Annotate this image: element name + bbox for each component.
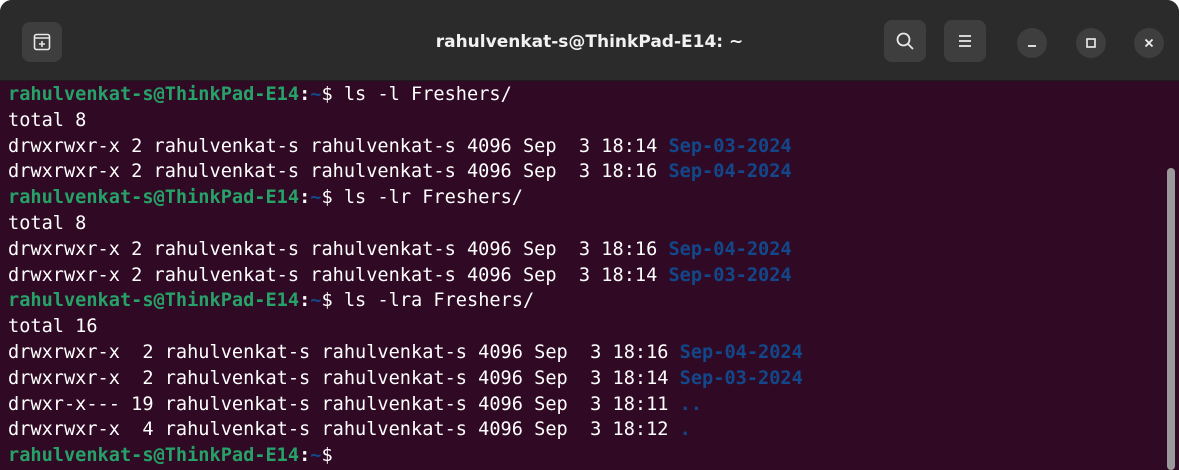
listing-row: drwxrwxr-x 2 rahulvenkat-s rahulvenkat-s… — [8, 366, 1158, 392]
prompt-line: rahulvenkat-s@ThinkPad-E14:~$ — [8, 443, 1158, 469]
directory-name: Sep-04-2024 — [668, 238, 792, 260]
new-tab-button[interactable] — [22, 22, 62, 62]
output-text: total 8 — [8, 109, 87, 131]
listing-details: drwxrwxr-x 2 rahulvenkat-s rahulvenkat-s… — [8, 341, 680, 363]
hamburger-menu-icon — [959, 35, 971, 47]
listing-details: drwxrwxr-x 2 rahulvenkat-s rahulvenkat-s… — [8, 161, 669, 183]
terminal-output[interactable]: rahulvenkat-s@ThinkPad-E14:~$ ls -l Fres… — [8, 82, 1158, 470]
directory-name: Sep-03-2024 — [668, 135, 792, 157]
prompt-path: ~ — [310, 290, 322, 312]
listing-details: drwxrwxr-x 2 rahulvenkat-s rahulvenkat-s… — [8, 238, 669, 260]
prompt-line: rahulvenkat-s@ThinkPad-E14:~$ ls -l Fres… — [8, 82, 1158, 108]
command-text: ls -l Freshers/ — [332, 84, 512, 105]
prompt-dollar: $ — [321, 84, 333, 105]
listing-row: drwxrwxr-x 2 rahulvenkat-s rahulvenkat-s… — [8, 237, 1158, 263]
command-text: ls -lr Freshers/ — [332, 187, 523, 209]
prompt-user-host: rahulvenkat-s@ThinkPad-E14 — [8, 187, 300, 209]
output-line: total 8 — [8, 108, 1158, 134]
prompt-colon: : — [299, 187, 311, 209]
directory-name: Sep-04-2024 — [668, 161, 792, 183]
new-tab-icon — [33, 33, 51, 51]
command-text: ls -lra Freshers/ — [332, 290, 535, 312]
prompt-line: rahulvenkat-s@ThinkPad-E14:~$ ls -lra Fr… — [8, 288, 1158, 314]
directory-name: .. — [679, 393, 703, 415]
prompt-user-host: rahulvenkat-s@ThinkPad-E14 — [8, 290, 300, 312]
menu-button[interactable] — [944, 20, 986, 62]
listing-row: drwxrwxr-x 2 rahulvenkat-s rahulvenkat-s… — [8, 159, 1158, 185]
directory-name: Sep-03-2024 — [668, 264, 792, 286]
directory-name: . — [679, 419, 691, 441]
listing-row: drwxrwxr-x 2 rahulvenkat-s rahulvenkat-s… — [8, 340, 1158, 366]
prompt-dollar: $ — [321, 445, 333, 467]
listing-details: drwxr-x--- 19 rahulvenkat-s rahulvenkat-… — [8, 393, 680, 415]
output-line: total 16 — [8, 314, 1158, 340]
minimize-icon — [1028, 45, 1036, 47]
title-bar[interactable]: rahulvenkat-s@ThinkPad-E14: ~ — [0, 0, 1179, 81]
output-line: total 8 — [8, 211, 1158, 237]
search-icon — [896, 32, 914, 50]
listing-details: drwxrwxr-x 2 rahulvenkat-s rahulvenkat-s… — [8, 367, 680, 389]
listing-details: drwxrwxr-x 2 rahulvenkat-s rahulvenkat-s… — [8, 135, 669, 157]
output-text: total 16 — [8, 316, 98, 338]
minimize-button[interactable] — [1017, 28, 1047, 58]
listing-row: drwxrwxr-x 2 rahulvenkat-s rahulvenkat-s… — [8, 134, 1158, 160]
close-icon — [1144, 38, 1154, 48]
prompt-user-host: rahulvenkat-s@ThinkPad-E14 — [8, 445, 300, 467]
window-title: rahulvenkat-s@ThinkPad-E14: ~ — [435, 32, 744, 52]
prompt-path: ~ — [310, 84, 322, 105]
close-button[interactable] — [1134, 28, 1164, 58]
listing-row: drwxrwxr-x 2 rahulvenkat-s rahulvenkat-s… — [8, 263, 1158, 289]
prompt-colon: : — [299, 290, 311, 312]
prompt-colon: : — [299, 445, 311, 467]
search-button[interactable] — [884, 20, 926, 62]
scrollbar[interactable] — [1167, 168, 1175, 470]
listing-row: drwxr-x--- 19 rahulvenkat-s rahulvenkat-… — [8, 392, 1158, 418]
prompt-line: rahulvenkat-s@ThinkPad-E14:~$ ls -lr Fre… — [8, 185, 1158, 211]
output-text: total 8 — [8, 212, 87, 234]
directory-name: Sep-04-2024 — [679, 341, 803, 363]
maximize-icon — [1086, 38, 1096, 48]
prompt-path: ~ — [310, 445, 322, 467]
terminal-window: rahulvenkat-s@ThinkPad-E14: ~ rahulvenka… — [0, 0, 1179, 470]
prompt-path: ~ — [310, 187, 322, 209]
listing-row: drwxrwxr-x 4 rahulvenkat-s rahulvenkat-s… — [8, 417, 1158, 443]
prompt-colon: : — [299, 84, 311, 105]
listing-details: drwxrwxr-x 2 rahulvenkat-s rahulvenkat-s… — [8, 264, 669, 286]
listing-details: drwxrwxr-x 4 rahulvenkat-s rahulvenkat-s… — [8, 419, 680, 441]
prompt-dollar: $ — [321, 290, 333, 312]
maximize-button[interactable] — [1076, 28, 1106, 58]
prompt-dollar: $ — [321, 187, 333, 209]
directory-name: Sep-03-2024 — [679, 367, 803, 389]
prompt-user-host: rahulvenkat-s@ThinkPad-E14 — [8, 84, 300, 105]
